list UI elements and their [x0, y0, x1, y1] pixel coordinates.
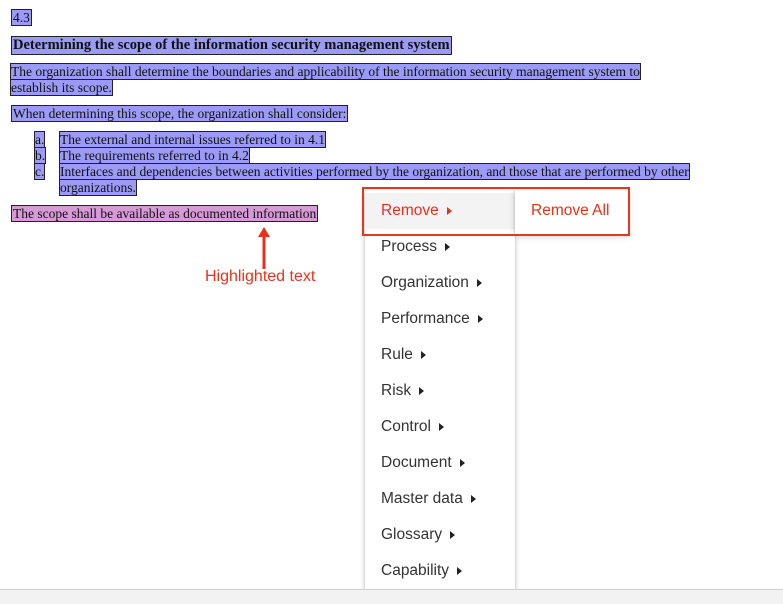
list-item-text-line2: organizations.	[59, 179, 137, 196]
consider-paragraph[interactable]: When determining this scope, the organiz…	[11, 105, 349, 122]
scope-paragraph-line2: establish its scope.	[10, 79, 113, 96]
remove-submenu: Remove All	[515, 190, 628, 234]
list-marker: b.	[33, 147, 47, 164]
menu-item-process[interactable]: Process	[365, 229, 515, 265]
list-item-text-line1: Interfaces and dependencies between acti…	[59, 163, 690, 180]
caret-right-icon	[470, 495, 476, 503]
section-number[interactable]: 4.3	[11, 9, 32, 26]
scope-paragraph-line1: The organization shall determine the bou…	[10, 63, 641, 80]
menu-item-label: Master data	[381, 490, 463, 507]
menu-item-label: Performance	[381, 310, 470, 327]
menu-item-control[interactable]: Control	[365, 409, 515, 445]
menu-item-label: Process	[381, 238, 437, 255]
menu-item-label: Document	[381, 454, 452, 471]
caret-right-icon	[477, 315, 483, 323]
menu-item-label: Organization	[381, 274, 469, 291]
caret-right-icon	[420, 351, 426, 359]
menu-item-risk[interactable]: Risk	[365, 373, 515, 409]
menu-item-performance[interactable]: Performance	[365, 301, 515, 337]
list-marker: c.	[33, 163, 46, 180]
caret-right-icon	[446, 207, 452, 215]
list-item[interactable]: b. The requirements referred to in 4.2	[33, 147, 770, 164]
menu-item-rule[interactable]: Rule	[365, 337, 515, 373]
annotation-label: Highlighted text	[205, 268, 316, 285]
menu-item-document[interactable]: Document	[365, 445, 515, 481]
menu-item-organization[interactable]: Organization	[365, 265, 515, 301]
highlighted-scope-statement[interactable]: The scope shall be available as document…	[11, 205, 319, 222]
menu-item-glossary[interactable]: Glossary	[365, 517, 515, 553]
caret-right-icon	[476, 279, 482, 287]
menu-item-label: Glossary	[381, 526, 443, 543]
caret-right-icon	[459, 459, 465, 467]
remove-all-button[interactable]: Remove All	[531, 202, 609, 220]
bottom-scrollbar[interactable]	[0, 589, 783, 604]
menu-item-master-data[interactable]: Master data	[365, 481, 515, 517]
caret-right-icon	[438, 423, 444, 431]
menu-item-remove[interactable]: Remove	[365, 193, 515, 229]
menu-item-label: Rule	[381, 346, 413, 363]
menu-item-label: Control	[381, 418, 431, 435]
menu-item-capability[interactable]: Capability	[365, 553, 515, 589]
menu-item-label: Risk	[381, 382, 412, 399]
list-item[interactable]: a. The external and internal issues refe…	[33, 131, 770, 148]
list-item-text: The requirements referred to in 4.2	[59, 147, 250, 164]
list-marker: a.	[33, 131, 46, 148]
caret-right-icon	[445, 243, 450, 251]
arrow-up-icon	[258, 227, 270, 269]
caret-right-icon	[450, 531, 456, 539]
scope-paragraph[interactable]: The organization shall determine the bou…	[10, 63, 731, 96]
context-menu: Remove Process Organization Performance …	[365, 190, 515, 597]
considerations-list: a. The external and internal issues refe…	[33, 131, 770, 196]
caret-right-icon	[419, 387, 425, 395]
caret-right-icon	[457, 567, 463, 575]
menu-item-label: Remove	[381, 202, 439, 219]
section-title[interactable]: Determining the scope of the information…	[11, 36, 452, 55]
menu-item-label: Capability	[381, 562, 450, 579]
list-item-text: The external and internal issues referre…	[58, 131, 327, 148]
